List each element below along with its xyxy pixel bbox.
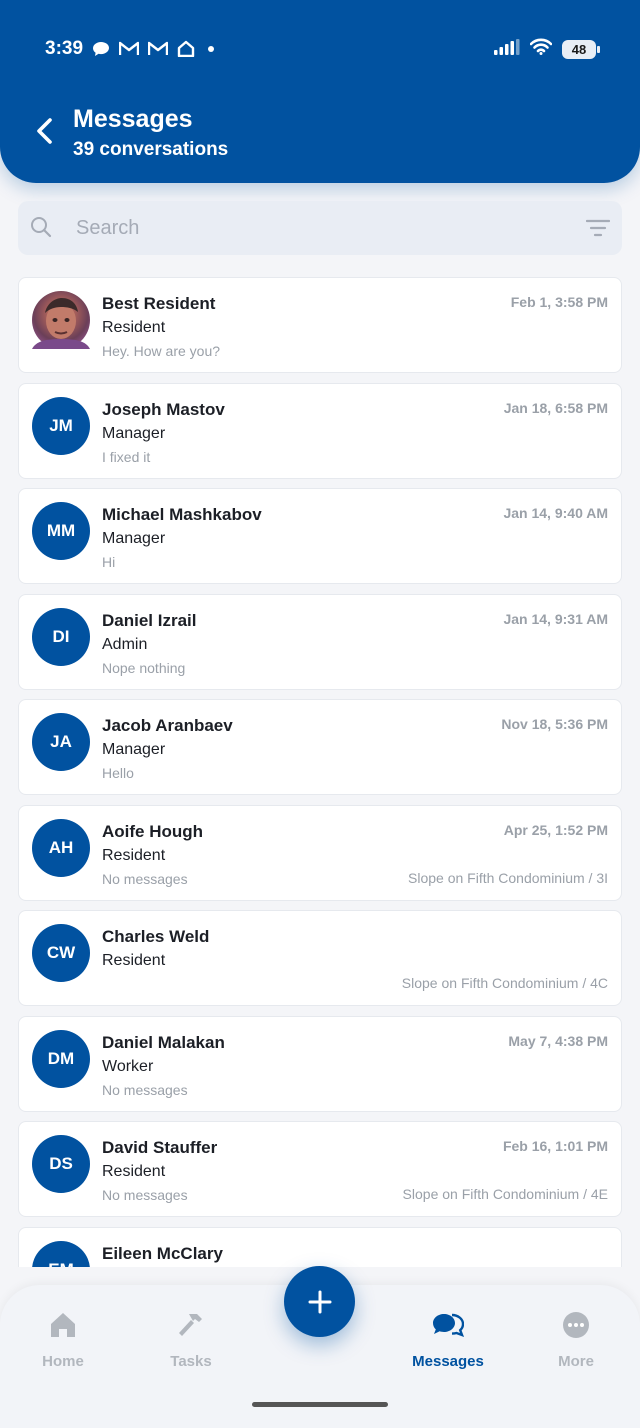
notification-icons <box>92 40 218 62</box>
message-date: Jan 18, 6:58 PM <box>503 399 608 416</box>
nav-messages[interactable]: Messages <box>398 1307 498 1370</box>
search-input[interactable] <box>76 209 556 247</box>
search-bar <box>18 201 622 255</box>
message-date: Jan 14, 9:40 AM <box>503 505 608 521</box>
back-button[interactable] <box>30 115 62 147</box>
gmail-icon <box>147 41 169 61</box>
filter-icon[interactable] <box>585 219 611 242</box>
message-date: Feb 1, 3:58 PM <box>510 294 608 310</box>
nav-more[interactable]: More <box>526 1307 626 1370</box>
conversation-count: 39 conversations <box>73 139 229 160</box>
avatar: MM <box>32 502 90 560</box>
avatar: JM <box>32 396 90 455</box>
unit-location: Slope on Fifth Condominium / 4E <box>402 1186 608 1202</box>
avatar <box>32 291 90 349</box>
conversation-item[interactable]: JM Joseph Mastov Manager I fixed it Jan … <box>18 382 622 479</box>
contact-role: Admin <box>102 635 148 653</box>
avatar: CW <box>32 924 90 982</box>
plus-icon <box>308 1290 331 1313</box>
nav-tasks-label: Tasks <box>170 1353 212 1370</box>
conversation-item[interactable]: DI Daniel Izrail Admin Nope nothing Jan … <box>18 593 622 690</box>
home-indicator[interactable] <box>252 1402 388 1407</box>
unit-location: Slope on Fifth Condominium / 4C <box>401 975 608 991</box>
message-date: Jan 14, 9:31 AM <box>503 610 608 627</box>
contact-role: Resident <box>102 319 166 336</box>
wifi-icon <box>529 38 553 60</box>
conversation-item[interactable]: EM Eileen McClary Resident <box>18 1226 622 1267</box>
message-preview: Hello <box>102 765 134 781</box>
avatar: DS <box>32 1135 90 1193</box>
contact-role: Manager <box>102 741 166 758</box>
home-notification-icon <box>177 40 195 62</box>
message-preview: Hi <box>102 554 116 570</box>
contact-role: Resident <box>102 952 166 969</box>
unit-location: Slope on Fifth Condominium / 3I <box>408 869 608 886</box>
message-preview: No messages <box>102 1187 188 1203</box>
message-preview: Nope nothing <box>102 659 186 676</box>
contact-name: Jacob Aranbaev <box>102 716 233 735</box>
contact-role: Manager <box>102 530 166 547</box>
new-conversation-button[interactable] <box>284 1266 355 1337</box>
user-photo-icon <box>32 298 90 349</box>
conversation-item[interactable]: CW Charles Weld Resident Slope on Fifth … <box>18 910 622 1006</box>
more-icon <box>526 1307 626 1343</box>
app-header: 3:39 48 Messages 39 conversations <box>0 0 640 183</box>
contact-name: David Stauffer <box>102 1138 218 1157</box>
system-icons: 48 <box>494 38 600 60</box>
message-preview: I fixed it <box>102 448 151 465</box>
avatar: DM <box>32 1029 90 1088</box>
contact-name: Charles Weld <box>102 927 210 946</box>
signal-icon <box>494 38 520 60</box>
avatar: EM <box>32 1240 90 1267</box>
contact-name: Daniel Izrail <box>102 610 197 630</box>
page-title: Messages <box>73 105 193 133</box>
conversation-item[interactable]: DM Daniel Malakan Worker No messages May… <box>18 1015 622 1112</box>
conversation-item[interactable]: AH Aoife Hough Resident No messages Apr … <box>18 804 622 901</box>
nav-home-label: Home <box>42 1353 84 1370</box>
avatar: AH <box>32 818 90 877</box>
message-date: Feb 16, 1:01 PM <box>502 1138 608 1154</box>
avatar: JA <box>32 713 90 771</box>
hammer-icon <box>141 1307 241 1343</box>
dot-icon <box>204 42 218 61</box>
nav-tasks[interactable]: Tasks <box>141 1307 241 1370</box>
contact-name: Eileen McClary <box>102 1243 223 1263</box>
conversation-item[interactable]: DS David Stauffer Resident No messages F… <box>18 1121 622 1217</box>
status-bar: 3:39 48 <box>0 28 640 72</box>
nav-more-label: More <box>558 1353 594 1370</box>
contact-name: Aoife Hough <box>102 821 204 841</box>
contact-role: Resident <box>102 1163 166 1180</box>
message-date: Apr 25, 1:52 PM <box>503 821 608 838</box>
message-date: Nov 18, 5:36 PM <box>501 716 608 732</box>
conversation-list: Best Resident Resident Hey. How are you?… <box>18 277 622 1267</box>
nav-home[interactable]: Home <box>13 1307 113 1370</box>
message-preview: No messages <box>102 1081 188 1098</box>
chat-notification-icon <box>92 41 110 62</box>
contact-name: Daniel Malakan <box>102 1032 225 1052</box>
status-time: 3:39 <box>45 38 84 59</box>
home-icon <box>13 1307 113 1343</box>
avatar: DI <box>32 607 90 666</box>
chevron-left-icon <box>37 118 52 144</box>
contact-role: Resident <box>102 846 166 864</box>
contact-role: Manager <box>102 424 166 442</box>
message-preview: Hey. How are you? <box>102 343 221 359</box>
conversation-item[interactable]: JA Jacob Aranbaev Manager Hello Nov 18, … <box>18 699 622 795</box>
contact-name: Joseph Mastov <box>102 399 225 419</box>
chat-bubbles-icon <box>398 1307 498 1343</box>
battery-icon: 48 <box>562 39 600 59</box>
contact-name: Best Resident <box>102 294 216 313</box>
conversation-item[interactable]: Best Resident Resident Hey. How are you?… <box>18 277 622 373</box>
message-date: May 7, 4:38 PM <box>508 1032 608 1049</box>
message-preview: No messages <box>102 870 188 887</box>
nav-messages-label: Messages <box>412 1353 484 1370</box>
contact-role: Worker <box>102 1057 154 1075</box>
conversation-item[interactable]: MM Michael Mashkabov Manager Hi Jan 14, … <box>18 488 622 584</box>
contact-name: Michael Mashkabov <box>102 505 262 524</box>
search-icon <box>30 216 52 243</box>
gmail-icon <box>118 41 140 61</box>
